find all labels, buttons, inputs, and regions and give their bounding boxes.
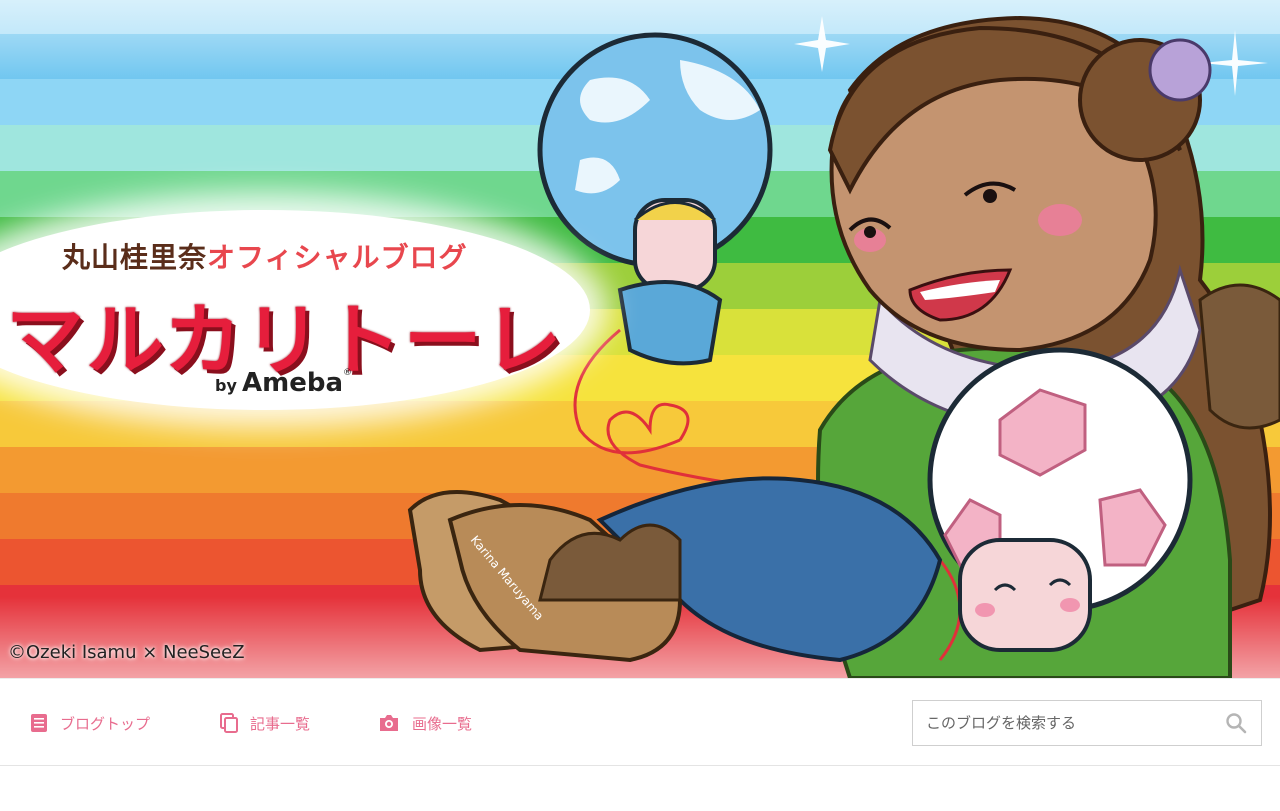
nav-label: ブログトップ bbox=[60, 714, 151, 733]
search-icon[interactable] bbox=[1225, 712, 1247, 734]
blog-search-box[interactable] bbox=[912, 700, 1262, 746]
by-ameba-logo: by Ameba® bbox=[215, 368, 352, 398]
blog-navigation-bar: ブログトップ 記事一覧 画像一覧 bbox=[0, 678, 1280, 766]
by-label: by bbox=[215, 376, 237, 395]
blog-subtitle: 丸山桂里奈オフィシャルブログ bbox=[62, 236, 467, 276]
nav-label: 画像一覧 bbox=[412, 714, 473, 733]
nav-article-list[interactable]: 記事一覧 bbox=[220, 711, 310, 735]
copyright-credit: ©Ozeki Isamu × NeeSeeZ bbox=[8, 642, 245, 663]
camera-icon bbox=[380, 715, 398, 731]
ameba-label: Ameba bbox=[241, 368, 343, 398]
nav-image-list[interactable]: 画像一覧 bbox=[378, 711, 472, 735]
document-icon bbox=[31, 714, 47, 732]
search-input[interactable] bbox=[913, 701, 1226, 745]
nav-label: 記事一覧 bbox=[250, 714, 311, 733]
blog-header-banner[interactable]: Karina Maruyama 丸山桂里奈オフィシャルブログ マルカリトーレ b… bbox=[0, 0, 1280, 678]
nav-blog-top[interactable]: ブログトップ bbox=[30, 711, 150, 735]
blogger-name: 丸山桂里奈 bbox=[62, 241, 208, 274]
copy-icon bbox=[220, 713, 238, 733]
registered-mark: ® bbox=[343, 368, 352, 378]
subtitle-official-blog: オフィシャルブログ bbox=[207, 241, 468, 274]
